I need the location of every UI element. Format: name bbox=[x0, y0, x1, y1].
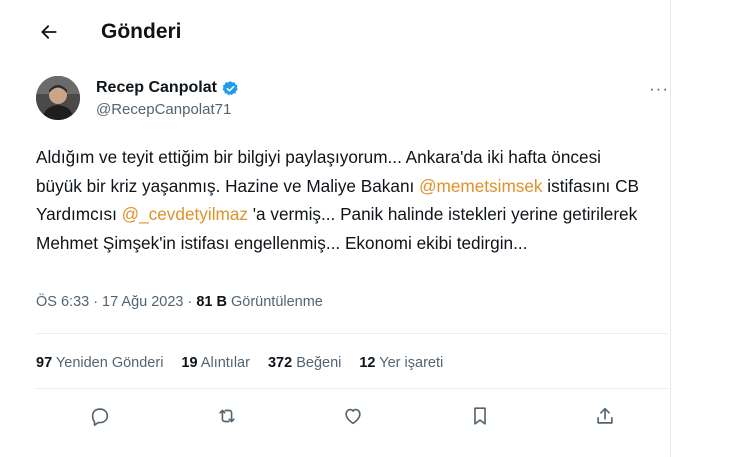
engagement-stats: 97 Yeniden Gönderi 19 Alıntılar 372 Beğe… bbox=[36, 355, 443, 371]
more-options-button[interactable]: ··· bbox=[644, 78, 674, 100]
page-title: Gönderi bbox=[101, 20, 182, 43]
author-name[interactable]: Recep Canpolat bbox=[96, 79, 217, 97]
tweet-meta: ÖS 6:33 · 17 Ağu 2023 · 81 B Görüntülenm… bbox=[36, 294, 323, 310]
arrow-left-icon bbox=[41, 25, 57, 39]
verified-badge-icon bbox=[222, 80, 238, 95]
views-label: Görüntülenme bbox=[230, 294, 323, 310]
tweet-time[interactable]: ÖS 6:33 bbox=[36, 294, 89, 310]
retweet-button[interactable] bbox=[209, 398, 245, 434]
page-header: Gönderi bbox=[0, 0, 670, 66]
mention-link[interactable]: @memetsimsek bbox=[419, 176, 542, 196]
like-icon bbox=[345, 408, 361, 425]
bookmark-icon bbox=[474, 407, 486, 425]
bookmark-button[interactable] bbox=[462, 398, 498, 434]
divider bbox=[36, 388, 668, 389]
tweet-panel: Gönderi Recep Canpolat @RecepCanpolat71 … bbox=[0, 0, 671, 457]
reply-icon bbox=[91, 408, 109, 426]
mention-link[interactable]: @_cevdetyilmaz bbox=[122, 204, 248, 224]
share-button[interactable] bbox=[587, 398, 623, 434]
tweet-date[interactable]: 17 Ağu 2023 bbox=[102, 294, 183, 310]
share-icon bbox=[597, 407, 613, 424]
back-button[interactable] bbox=[34, 17, 64, 47]
stat-quotes[interactable]: 19 Alıntılar bbox=[181, 355, 250, 371]
more-horizontal-icon: ··· bbox=[649, 79, 669, 98]
stat-likes[interactable]: 372 Beğeni bbox=[268, 355, 341, 371]
author-name-row[interactable]: Recep Canpolat bbox=[96, 79, 239, 97]
meta-separator: · bbox=[93, 294, 99, 310]
like-button[interactable] bbox=[335, 398, 371, 434]
stat-retweets[interactable]: 97 Yeniden Gönderi bbox=[36, 355, 163, 371]
reply-button[interactable] bbox=[82, 398, 118, 434]
meta-separator: · bbox=[187, 294, 193, 310]
tweet-text: Aldığım ve teyit ettiğim bir bilgiyi pay… bbox=[36, 143, 646, 257]
avatar[interactable] bbox=[36, 76, 80, 120]
stat-bookmarks[interactable]: 12 Yer işareti bbox=[359, 355, 443, 371]
action-bar bbox=[36, 398, 646, 434]
views-count: 81 B bbox=[196, 294, 227, 310]
divider bbox=[36, 333, 668, 334]
author-handle[interactable]: @RecepCanpolat71 bbox=[96, 101, 231, 118]
retweet-icon bbox=[219, 409, 235, 423]
